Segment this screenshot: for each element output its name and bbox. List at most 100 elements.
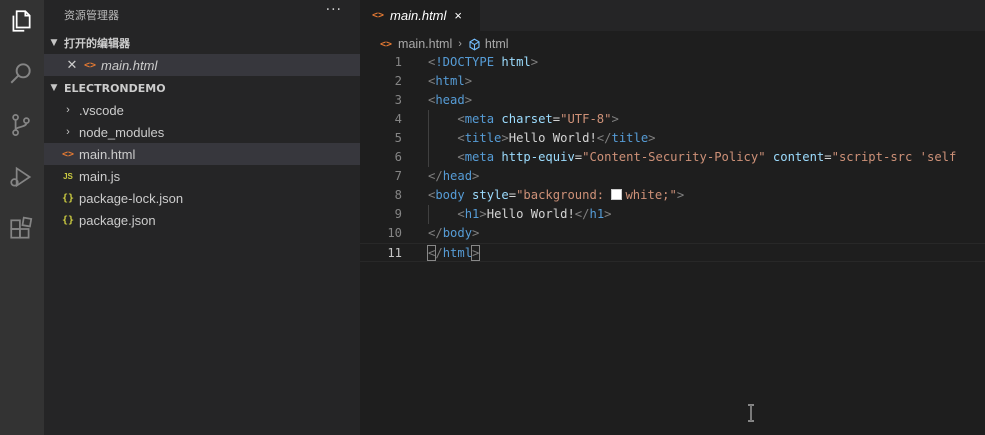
code-token: body bbox=[442, 226, 473, 240]
js-file-icon: JS bbox=[63, 171, 73, 181]
html-file-icon: <> bbox=[83, 59, 97, 71]
code-token: > bbox=[648, 131, 656, 145]
source-control-icon[interactable] bbox=[6, 110, 36, 140]
tree-item-package-json[interactable]: {} package.json bbox=[44, 209, 376, 231]
code-token: > bbox=[530, 55, 539, 69]
code-token: </ bbox=[596, 131, 612, 145]
code-token: < bbox=[457, 131, 465, 145]
code-token: white;" bbox=[625, 188, 677, 202]
tree-item-package-lock[interactable]: {} package-lock.json bbox=[44, 187, 376, 209]
json-file-icon: {} bbox=[61, 214, 75, 226]
code-line[interactable]: 7 </head> bbox=[360, 167, 985, 186]
line-number: 7 bbox=[394, 169, 402, 183]
code-text: </html> bbox=[426, 244, 481, 263]
extensions-icon[interactable] bbox=[6, 214, 36, 244]
code-token: title bbox=[611, 131, 649, 145]
code-line[interactable]: 11 </html> bbox=[360, 243, 985, 262]
code-text: <meta http-equiv = "Content-Security-Polic… bbox=[428, 148, 956, 167]
code-line[interactable]: 6 <meta http-equiv = "Content-Security-Pol… bbox=[360, 148, 985, 167]
tree-item-label: package-lock.json bbox=[79, 190, 184, 206]
code-token: meta bbox=[464, 150, 495, 164]
code-line[interactable]: 4 <meta charset="UTF-8"> bbox=[360, 110, 985, 129]
code-token: = bbox=[508, 188, 517, 202]
html-file-icon: <> bbox=[372, 10, 385, 21]
chevron-right-icon: › bbox=[66, 126, 70, 138]
editor-area: <> main.html × <> main.html › html 1 <!DO… bbox=[360, 0, 985, 435]
json-file-icon: {} bbox=[61, 192, 75, 204]
more-actions-icon[interactable]: ··· bbox=[326, 2, 342, 18]
code-line[interactable]: 5 <title>Hello World!</title> bbox=[360, 129, 985, 148]
code-token: h1 bbox=[589, 207, 605, 221]
code-token: content bbox=[772, 150, 825, 164]
code-token: < bbox=[457, 150, 465, 164]
code-text: <meta charset="UTF-8"> bbox=[428, 110, 619, 129]
line-number: 4 bbox=[394, 112, 402, 126]
sidebar-title: 资源管理器 bbox=[64, 9, 119, 22]
close-icon[interactable]: ✕ bbox=[64, 57, 80, 73]
open-editor-item[interactable]: ✕ <> main.html bbox=[44, 54, 360, 76]
code-line[interactable]: 2 <html> bbox=[360, 72, 985, 91]
code-token: </ bbox=[574, 207, 590, 221]
explorer-sidebar: 资源管理器 ··· ▼ 打开的编辑器 ✕ <> main.html ▼ ELEC… bbox=[44, 0, 376, 435]
code-token: html bbox=[442, 246, 473, 260]
line-number: 3 bbox=[394, 93, 402, 107]
code-text: <body style="background: white;"> bbox=[428, 186, 684, 205]
code-token: > bbox=[676, 188, 685, 202]
code-token: > bbox=[604, 207, 612, 221]
color-swatch[interactable] bbox=[611, 189, 623, 200]
code-token: </ bbox=[428, 169, 443, 183]
code-token: h1 bbox=[464, 207, 480, 221]
code-token: html bbox=[435, 74, 465, 88]
breadcrumb-separator: › bbox=[458, 38, 462, 50]
code-token: > bbox=[470, 245, 481, 261]
code-token: title bbox=[464, 131, 502, 145]
activity-bar bbox=[0, 0, 44, 435]
code-token: </ bbox=[428, 226, 443, 240]
code-token: Hello World! bbox=[486, 207, 575, 221]
tab-main-html[interactable]: <> main.html × bbox=[360, 0, 480, 31]
code-token: < bbox=[457, 207, 465, 221]
breadcrumb-file[interactable]: main.html bbox=[398, 37, 452, 51]
line-number: 2 bbox=[394, 74, 402, 88]
code-line[interactable]: 1 <!DOCTYPE html> bbox=[360, 53, 985, 72]
code-token: style bbox=[472, 188, 509, 202]
code-line[interactable]: 9 <h1>Hello World!</h1> bbox=[360, 205, 985, 224]
workspace-header[interactable]: ▼ ELECTRONDEMO bbox=[44, 77, 360, 99]
run-debug-icon[interactable] bbox=[6, 162, 36, 192]
code-text: <head> bbox=[428, 91, 472, 110]
tab-bar: <> main.html × bbox=[360, 0, 985, 31]
chevron-right-icon: › bbox=[66, 104, 70, 116]
tree-item-main-js[interactable]: JS main.js bbox=[44, 165, 376, 187]
code-text: <!DOCTYPE html> bbox=[428, 53, 538, 72]
tree-item-label: .vscode bbox=[79, 102, 124, 118]
code-token: > bbox=[611, 112, 619, 126]
line-number: 6 bbox=[394, 150, 402, 164]
tree-item-vscode[interactable]: › .vscode bbox=[44, 99, 376, 121]
line-number: 10 bbox=[387, 226, 402, 240]
code-token: > bbox=[472, 169, 480, 183]
code-text: <title>Hello World!</title> bbox=[428, 129, 656, 148]
code-line[interactable]: 8 <body style="background: white;"> bbox=[360, 186, 985, 205]
tree-item-main-html[interactable]: <> main.html bbox=[44, 143, 376, 165]
code-line[interactable]: 10 </body> bbox=[360, 224, 985, 243]
explorer-icon[interactable] bbox=[6, 6, 36, 36]
search-icon[interactable] bbox=[6, 58, 36, 88]
code-token: > bbox=[479, 207, 487, 221]
open-editors-header[interactable]: ▼ 打开的编辑器 bbox=[44, 32, 360, 54]
code-token: > bbox=[464, 93, 473, 107]
code-line[interactable]: 3 <head> bbox=[360, 91, 985, 110]
breadcrumb-symbol[interactable]: html bbox=[485, 37, 509, 51]
code-text: </head> bbox=[428, 167, 479, 186]
tree-item-node-modules[interactable]: › node_modules bbox=[44, 121, 376, 143]
line-number: 1 bbox=[394, 55, 402, 69]
code-token: Hello World! bbox=[508, 131, 597, 145]
tree-item-label: node_modules bbox=[79, 124, 165, 140]
tab-label: main.html bbox=[390, 8, 447, 23]
code-token: !DOCTYPE bbox=[435, 55, 495, 69]
code-token: = bbox=[824, 150, 832, 164]
close-icon[interactable]: × bbox=[454, 8, 462, 23]
